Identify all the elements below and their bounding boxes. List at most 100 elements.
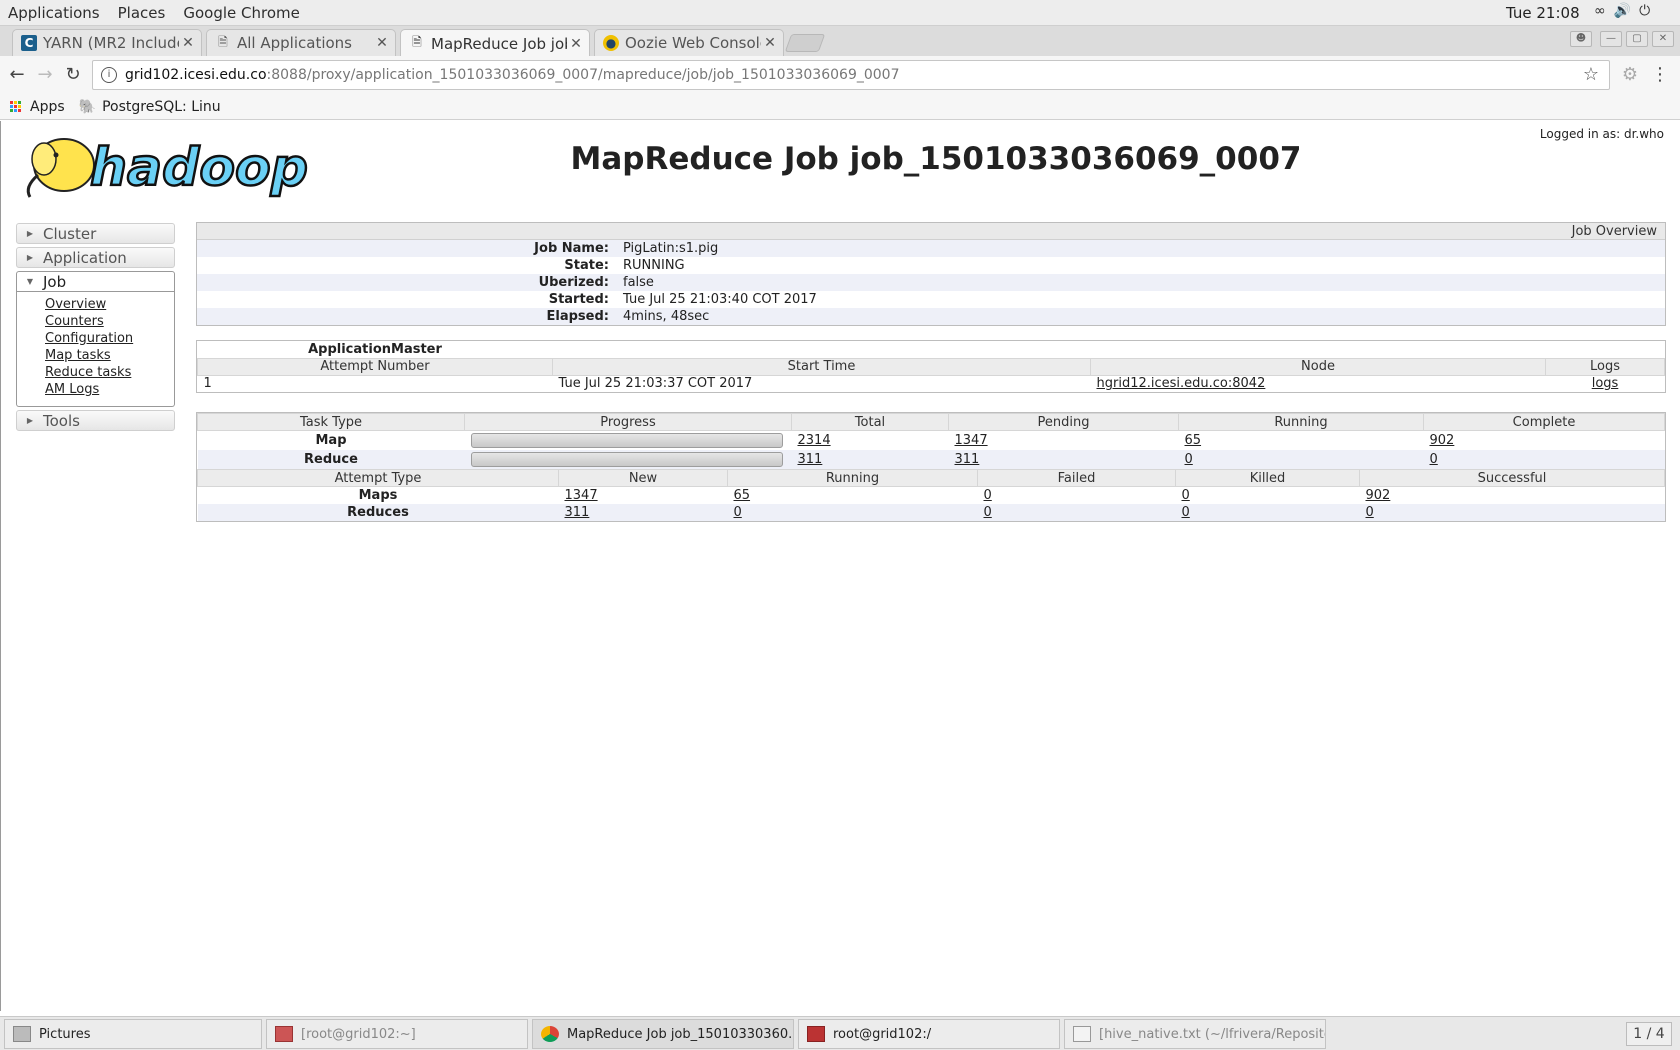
back-icon[interactable]: ← [5,63,29,87]
close-icon[interactable]: ✕ [567,36,585,52]
apps-bookmark[interactable]: Apps [30,99,65,115]
files-icon [13,1026,31,1042]
reduces-failed-link[interactable]: 0 [984,505,992,520]
forward-icon[interactable]: → [33,63,57,87]
tab-yarn[interactable]: C YARN (MR2 Included ✕ [12,29,202,56]
workspace-pager[interactable]: 1 / 4 [1626,1022,1672,1046]
info-icon[interactable]: i [101,67,117,83]
maps-running-link[interactable]: 65 [734,488,751,503]
browser-toolbar: ← → ↻ i grid102.icesi.edu.co:8088/proxy/… [0,56,1680,94]
taskbar-pictures[interactable]: Pictures [4,1019,262,1049]
apps-grid-icon[interactable] [10,101,21,112]
attempt-header: Failed [977,469,1176,487]
am-header: Start Time [552,357,1091,376]
nav-cluster[interactable]: ▶ Cluster [16,223,175,244]
maximize-button[interactable]: ▢ [1626,31,1648,47]
system-status-area[interactable]: ∞ 🔊 ⏻ [1594,3,1650,19]
overview-value: PigLatin:s1.pig [623,241,719,256]
taskbar-text-editor[interactable]: [hive_native.txt (~/lfrivera/Repositor..… [1064,1019,1326,1049]
link-map-tasks[interactable]: Map tasks [45,347,174,364]
overview-rows: Job Name: PigLatin:s1.pig State: RUNNING… [197,240,1665,325]
taskbar-label: Pictures [39,1026,91,1042]
close-icon[interactable]: ✕ [373,35,391,51]
attempt-type: Maps [358,487,398,503]
reduce-total-link[interactable]: 311 [798,452,823,467]
task-header: Complete [1423,413,1665,431]
table-row: Reduces 311 0 0 0 0 [197,503,1665,521]
taskbar-terminal-1[interactable]: [root@grid102:~] [266,1019,528,1049]
maps-new-link[interactable]: 1347 [565,488,598,503]
attempt-header: Killed [1175,469,1360,487]
link-overview[interactable]: Overview [45,296,174,313]
tab-mapreduce-job[interactable]: 🗎 MapReduce Job job_1501033036069_0007 ✕ [400,29,590,57]
url-host: grid102.icesi.edu.co [125,67,267,83]
map-total-link[interactable]: 2314 [798,433,831,448]
close-icon[interactable]: ✕ [179,35,197,51]
maps-failed-link[interactable]: 0 [984,488,992,503]
close-icon[interactable]: ✕ [761,35,779,51]
reload-icon[interactable]: ↻ [61,63,85,87]
overview-value: false [623,275,654,290]
overview-row: Elapsed: 4mins, 48sec [197,308,1665,325]
tab-oozie[interactable]: ● Oozie Web Console ✕ [594,29,784,56]
page-icon: 🗎 [412,35,422,49]
overview-key: Job Name: [534,241,609,256]
link-reduce-tasks[interactable]: Reduce tasks [45,364,174,381]
nav-application[interactable]: ▶ Application [16,247,175,268]
tab-all-applications[interactable]: 🗎 All Applications ✕ [206,29,396,56]
attempt-header: Successful [1359,469,1665,487]
bookmark-star-icon[interactable]: ☆ [1583,64,1599,85]
am-title: ApplicationMaster [308,341,442,357]
reduces-new-link[interactable]: 311 [565,505,590,520]
attempt-type: Reduces [197,503,559,521]
maps-killed-link[interactable]: 0 [1182,488,1190,503]
chrome-app-menu[interactable]: Google Chrome [175,4,310,22]
reduces-running-link[interactable]: 0 [734,505,742,520]
reduce-pending-link[interactable]: 311 [955,452,980,467]
map-pending-link[interactable]: 1347 [955,433,988,448]
taskbar-terminal-2[interactable]: root@grid102:/ [798,1019,1060,1049]
map-complete-link[interactable]: 902 [1430,433,1455,448]
url-path: :8088/proxy/application_1501033036069_00… [266,67,900,83]
logo-text: hadoop [90,138,308,198]
nav-job[interactable]: ▼ Job [16,271,175,292]
reduces-killed-link[interactable]: 0 [1182,505,1190,520]
task-header: Pending [948,413,1179,431]
overview-key: Started: [548,292,609,307]
places-menu[interactable]: Places [110,4,176,22]
attempt-header: Attempt Type [197,469,559,487]
map-running-link[interactable]: 65 [1185,433,1202,448]
link-counters[interactable]: Counters [45,313,174,330]
application-master-panel: ApplicationMaster Attempt Number Start T… [196,340,1666,393]
overview-key: State: [564,258,609,273]
overview-row: State: RUNNING [197,257,1665,274]
reduce-running-link[interactable]: 0 [1185,452,1193,467]
maps-successful-link[interactable]: 902 [1366,488,1391,503]
chrome-menu-icon[interactable]: ⋮ [1648,63,1672,87]
nav-tools[interactable]: ▶ Tools [16,410,175,431]
page-title: MapReduce Job job_1501033036069_0007 [570,141,1302,177]
reduces-successful-link[interactable]: 0 [1366,505,1374,520]
overview-key: Elapsed: [546,309,609,324]
overview-key: Uberized: [538,275,609,290]
chevron-right-icon: ▶ [26,253,34,262]
chevron-down-icon: ▼ [26,277,34,286]
overview-row: Started: Tue Jul 25 21:03:40 COT 2017 [197,291,1665,308]
applications-menu[interactable]: Applications [0,4,110,22]
clock[interactable]: Tue 21:08 [1506,4,1580,22]
minimize-button[interactable]: — [1600,31,1622,47]
link-configuration[interactable]: Configuration [45,330,174,347]
reduce-complete-link[interactable]: 0 [1430,452,1438,467]
link-am-logs[interactable]: AM Logs [45,381,174,398]
address-bar[interactable]: i grid102.icesi.edu.co:8088/proxy/applic… [92,60,1610,90]
overview-value: RUNNING [623,258,685,273]
close-window-button[interactable]: ✕ [1652,31,1674,47]
extension-icon[interactable]: ⚙ [1618,63,1642,87]
am-logs-link[interactable]: logs [1592,376,1619,391]
new-tab-button[interactable] [784,34,826,52]
taskbar-chrome[interactable]: MapReduce Job job_15010330360... [532,1019,794,1049]
am-node-link[interactable]: hgrid12.icesi.edu.co:8042 [1097,376,1266,391]
nav-label: Application [43,248,127,267]
profile-icon[interactable]: ☻ [1570,31,1592,47]
postgres-bookmark[interactable]: PostgreSQL: Linu [102,99,221,115]
